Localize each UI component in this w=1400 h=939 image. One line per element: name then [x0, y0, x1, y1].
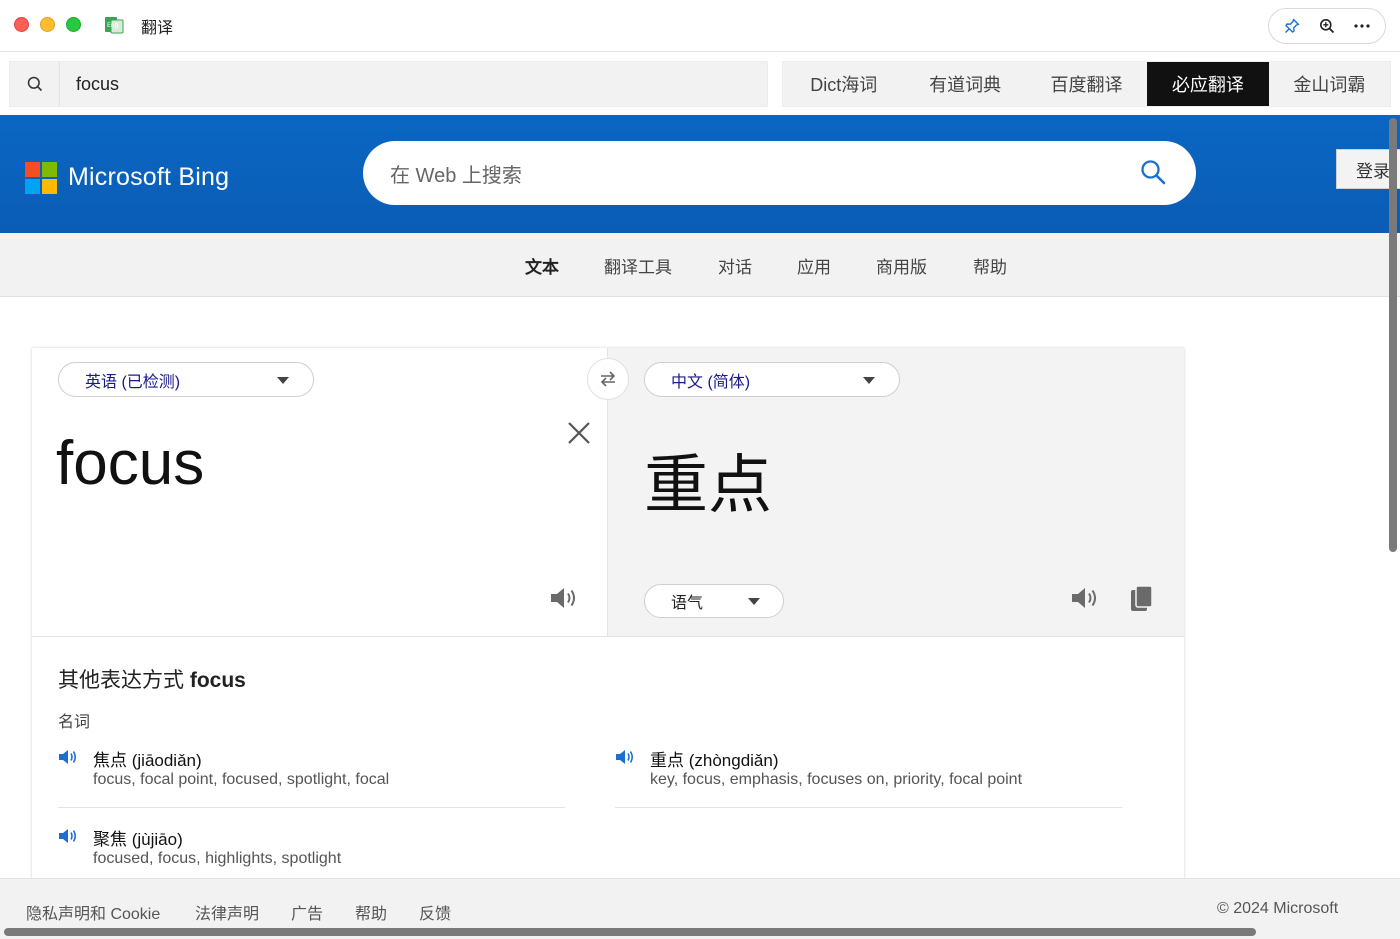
- source-bar: focus Dict海词 有道词典 百度翻译 必应翻译 金山词霸: [0, 53, 1400, 115]
- alternative-headword[interactable]: 焦点 (jiāodiǎn): [93, 746, 202, 771]
- source-tab-iciba[interactable]: 金山词霸: [1269, 62, 1390, 106]
- svg-text:Eng: Eng: [107, 22, 119, 29]
- part-of-speech-label: 名词: [58, 714, 91, 731]
- search-icon: [10, 61, 60, 107]
- search-icon[interactable]: [1140, 159, 1166, 190]
- vertical-scrollbar[interactable]: [1389, 118, 1397, 552]
- speaker-icon[interactable]: [58, 827, 80, 845]
- alternatives-title-word: focus: [189, 669, 246, 692]
- microsoft-logo[interactable]: [25, 162, 57, 194]
- more-icon[interactable]: [1348, 12, 1376, 40]
- app-icon: Eng: [104, 15, 124, 35]
- horizontal-scrollbar[interactable]: [4, 928, 1256, 936]
- alternatives-title-prefix: 其他表达方式: [58, 669, 184, 692]
- window-title: 翻译: [141, 20, 174, 37]
- alternative-headword[interactable]: 重点 (zhòngdiǎn): [650, 746, 779, 771]
- alternative-entry: 重点 (zhòngdiǎn) key, focus, emphasis, foc…: [615, 746, 1122, 808]
- source-tab-bing[interactable]: 必应翻译: [1147, 62, 1269, 106]
- alternative-headword[interactable]: 聚焦 (jùjiāo): [93, 825, 183, 850]
- source-language-label: 英语 (已检测): [85, 373, 181, 391]
- speaker-icon[interactable]: [549, 585, 579, 613]
- window-titlebar: Eng 翻译: [0, 0, 1400, 52]
- web-search-input[interactable]: 在 Web 上搜索: [363, 141, 1196, 205]
- minimize-window-button[interactable]: [40, 17, 55, 32]
- chevron-down-icon: [748, 598, 760, 605]
- translator-nav: 文本 翻译工具 对话 应用 商用版 帮助: [0, 233, 1400, 297]
- source-language-select[interactable]: 英语 (已检测): [58, 362, 314, 397]
- speaker-icon[interactable]: [58, 748, 80, 766]
- alternative-entry: 焦点 (jiāodiǎn) focus, focal point, focuse…: [58, 746, 565, 808]
- footer-link-privacy[interactable]: 隐私声明和 Cookie: [26, 900, 160, 924]
- source-text-input[interactable]: focus: [56, 428, 204, 499]
- bing-brand[interactable]: Microsoft Bing: [68, 163, 229, 192]
- close-icon[interactable]: [566, 420, 592, 446]
- close-window-button[interactable]: [14, 17, 29, 32]
- chevron-down-icon: [277, 377, 289, 384]
- translator-card: 英语 (已检测) focus 中文 (简体) 重点 语气 其他表达方式 focu…: [32, 348, 1184, 908]
- nav-item-apps[interactable]: 应用: [797, 253, 831, 278]
- copy-icon[interactable]: [1130, 585, 1154, 613]
- divider: [32, 636, 1184, 637]
- dictionary-source-tabs: Dict海词 有道词典 百度翻译 必应翻译 金山词霸: [782, 61, 1391, 107]
- footer-link-help[interactable]: 帮助: [355, 900, 387, 924]
- query-text[interactable]: focus: [60, 74, 119, 95]
- swap-languages-icon[interactable]: [587, 358, 629, 400]
- source-pane: 英语 (已检测) focus: [32, 348, 608, 636]
- alternative-back-translations: focused, focus, highlights, spotlight: [93, 850, 342, 867]
- footer-link-feedback[interactable]: 反馈: [419, 900, 451, 924]
- target-language-label: 中文 (简体): [671, 373, 751, 391]
- speaker-icon[interactable]: [1070, 585, 1100, 613]
- nav-item-text[interactable]: 文本: [525, 253, 559, 278]
- tone-select[interactable]: 语气: [644, 584, 784, 618]
- web-search-placeholder: 在 Web 上搜索: [390, 164, 522, 187]
- alternative-back-translations: focus, focal point, focused, spotlight, …: [93, 771, 390, 788]
- pin-icon[interactable]: [1278, 12, 1306, 40]
- alternatives-title: 其他表达方式 focus: [58, 664, 246, 694]
- translation-output: 重点: [644, 449, 772, 523]
- window-toolbar: [1268, 8, 1386, 44]
- query-input[interactable]: focus: [9, 61, 768, 107]
- zoom-in-icon[interactable]: [1313, 12, 1341, 40]
- source-tab-dict[interactable]: Dict海词: [783, 62, 904, 106]
- alternative-back-translations: key, focus, emphasis, focuses on, priori…: [650, 771, 1023, 788]
- nav-item-business[interactable]: 商用版: [876, 253, 927, 278]
- target-language-select[interactable]: 中文 (简体): [644, 362, 900, 397]
- source-tab-baidu[interactable]: 百度翻译: [1026, 62, 1147, 106]
- maximize-window-button[interactable]: [66, 17, 81, 32]
- tone-label: 语气: [671, 595, 704, 612]
- bing-header: Microsoft Bing 在 Web 上搜索 登录: [0, 115, 1400, 233]
- chevron-down-icon: [863, 377, 875, 384]
- speaker-icon[interactable]: [615, 748, 637, 766]
- target-pane: 中文 (简体) 重点 语气: [608, 348, 1184, 636]
- footer-link-ads[interactable]: 广告: [291, 900, 323, 924]
- nav-item-conversation[interactable]: 对话: [718, 253, 752, 278]
- source-tab-youdao[interactable]: 有道词典: [904, 62, 1025, 106]
- nav-item-tools[interactable]: 翻译工具: [604, 253, 672, 278]
- nav-item-help[interactable]: 帮助: [973, 253, 1007, 278]
- copyright-text: © 2024 Microsoft: [1217, 900, 1339, 917]
- footer-link-legal[interactable]: 法律声明: [195, 900, 259, 924]
